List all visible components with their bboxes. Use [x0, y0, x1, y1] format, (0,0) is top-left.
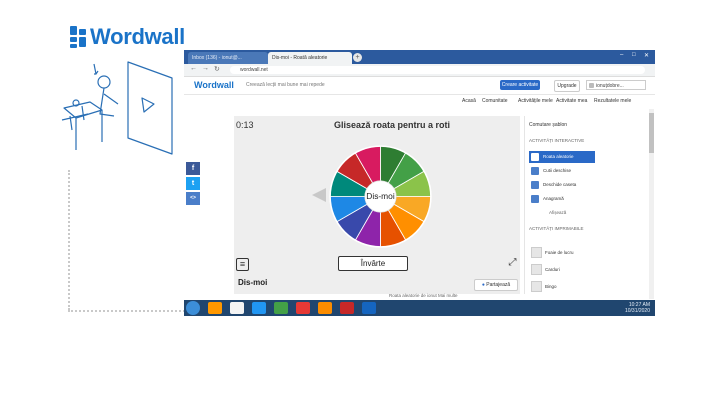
printable-label: Foaie de lucru [545, 250, 574, 255]
wordwall-logo-icon [70, 26, 87, 48]
embed-code-icon[interactable]: <> [186, 192, 200, 205]
twitter-share-icon[interactable]: t [186, 177, 200, 190]
taskbar-app-icon[interactable] [318, 302, 332, 314]
user-name: ionuțdobre... [596, 83, 624, 89]
dotted-divider-horizontal [68, 310, 188, 312]
nav-my-activities[interactable]: Activitățile mele [518, 98, 553, 104]
anagram-template-icon [531, 195, 539, 203]
worksheet-icon [531, 247, 542, 258]
printable-worksheet[interactable]: Foaie de lucru [529, 246, 595, 259]
nav-community[interactable]: Comunitate [482, 98, 508, 104]
scroll-thumb[interactable] [649, 113, 654, 153]
dotted-divider-vertical [68, 170, 70, 310]
upgrade-button[interactable]: Upgrade [554, 80, 580, 92]
start-button-icon[interactable] [186, 301, 200, 315]
template-label: Deschide caseta [543, 182, 577, 187]
share-button[interactable]: ● Partajează [474, 279, 518, 291]
template-open-case[interactable]: Deschide caseta [529, 179, 595, 191]
spin-button[interactable]: Învârte [338, 256, 408, 271]
template-panel: Comutare șablon ACTIVITĂȚI INTERACTIVE R… [524, 116, 601, 294]
template-label: Anagramă [543, 196, 564, 201]
menu-icon[interactable]: ≡ [236, 258, 249, 271]
clock-date: 10/31/2020 [624, 308, 650, 314]
system-clock[interactable]: 10:27 AM 10/31/2020 [596, 302, 650, 314]
interactive-heading: ACTIVITĂȚI INTERACTIVE [529, 138, 585, 143]
wheel-template-icon [531, 153, 539, 161]
template-open-box[interactable]: Cutii deschise [529, 165, 595, 177]
teacher-board-illustration [61, 61, 173, 155]
boxes-template-icon [531, 167, 539, 175]
maximize-icon[interactable]: □ [632, 52, 636, 58]
template-label: Cutii deschise [543, 168, 572, 173]
url-input[interactable]: wordwall.net [230, 66, 645, 74]
browser-tab-bar: Inbox (136) - ionut@... Dis-moi - Roată … [184, 50, 655, 64]
browser-tab-wordwall[interactable]: Dis-moi - Roată aleatorie [268, 52, 352, 64]
stage-instruction: Glisează roata pentru a roti [334, 120, 451, 130]
create-activity-button[interactable]: Creare activitate [500, 80, 540, 90]
site-nav: Acasă Comunitate Activitățile mele Activ… [184, 95, 655, 109]
back-icon[interactable]: ← [190, 65, 197, 72]
taskbar-app-icon[interactable] [208, 302, 222, 314]
template-label: Roata aleatorie [543, 154, 574, 159]
tab-label: Inbox (136) - ionut@... [192, 55, 242, 61]
windows-taskbar: 10:27 AM 10/31/2020 [184, 300, 655, 316]
address-bar-row: ← → ↻ wordwall.net [184, 64, 655, 77]
game-stage[interactable]: 0:13 Glisează roata pentru a roti Dis-mo… [234, 116, 520, 294]
nav-home[interactable]: Acasă [462, 98, 476, 104]
reload-icon[interactable]: ↻ [214, 65, 220, 73]
taskbar-app-icon[interactable] [230, 302, 244, 314]
activity-title: Dis-moi [238, 278, 268, 287]
wordwall-logo: Wordwall [70, 24, 185, 50]
browser-tab-inbox[interactable]: Inbox (136) - ionut@... [188, 52, 268, 64]
nav-my-results[interactable]: Rezultatele mele [594, 98, 631, 104]
taskbar-app-icon[interactable] [362, 302, 376, 314]
facebook-share-icon[interactable]: f [186, 162, 200, 175]
share-label: Partajează [486, 282, 511, 288]
bingo-icon [531, 281, 542, 292]
switch-template-heading: Comutare șablon [529, 122, 568, 128]
user-menu[interactable]: ionuțdobre... [586, 80, 646, 90]
avatar [589, 83, 594, 88]
template-random-wheel[interactable]: Roata aleatorie [529, 151, 595, 163]
printable-heading: ACTIVITĂȚI IMPRIMABILE [529, 226, 584, 231]
embedded-screenshot: Inbox (136) - ionut@... Dis-moi - Roată … [184, 50, 655, 316]
printable-bingo[interactable]: Bingo [529, 280, 595, 293]
site-header: Wordwall Creează lecții mai bune mai rep… [184, 77, 655, 95]
new-tab-button[interactable]: + [353, 53, 362, 62]
taskbar-app-icon[interactable] [296, 302, 310, 314]
cards-icon [531, 264, 542, 275]
taskbar-app-icon[interactable] [252, 302, 266, 314]
minimize-icon[interactable]: – [620, 52, 623, 58]
nav-my-activity[interactable]: Activitate mea [556, 98, 587, 104]
printable-label: Bingo [545, 284, 557, 289]
template-anagram[interactable]: Anagramă [529, 193, 595, 205]
printable-label: Carduri [545, 267, 560, 272]
printable-cards[interactable]: Carduri [529, 263, 595, 276]
wheel-center-label: Dis-moi [366, 191, 395, 201]
spin-wheel[interactable]: Dis-moi [328, 144, 433, 249]
page-scrollbar[interactable] [649, 109, 654, 299]
activity-meta-links[interactable]: Roata aleatorie de ionut Mai multe [389, 293, 458, 298]
wheel-pointer [312, 188, 326, 202]
timer: 0:13 [236, 120, 254, 130]
case-template-icon [531, 181, 539, 189]
wordwall-logo-text: Wordwall [90, 24, 185, 49]
tab-label: Dis-moi - Roată aleatorie [272, 55, 328, 61]
site-slogan: Creează lecții mai bune mai repede [246, 82, 325, 88]
fullscreen-icon[interactable]: ⤢ [507, 257, 518, 268]
taskbar-app-icon[interactable] [274, 302, 288, 314]
taskbar-app-icon[interactable] [340, 302, 354, 314]
show-more-link[interactable]: Afișează [549, 210, 566, 215]
site-logo[interactable]: Wordwall [194, 80, 234, 90]
close-icon[interactable]: ✕ [644, 52, 649, 59]
forward-icon[interactable]: → [202, 65, 209, 72]
